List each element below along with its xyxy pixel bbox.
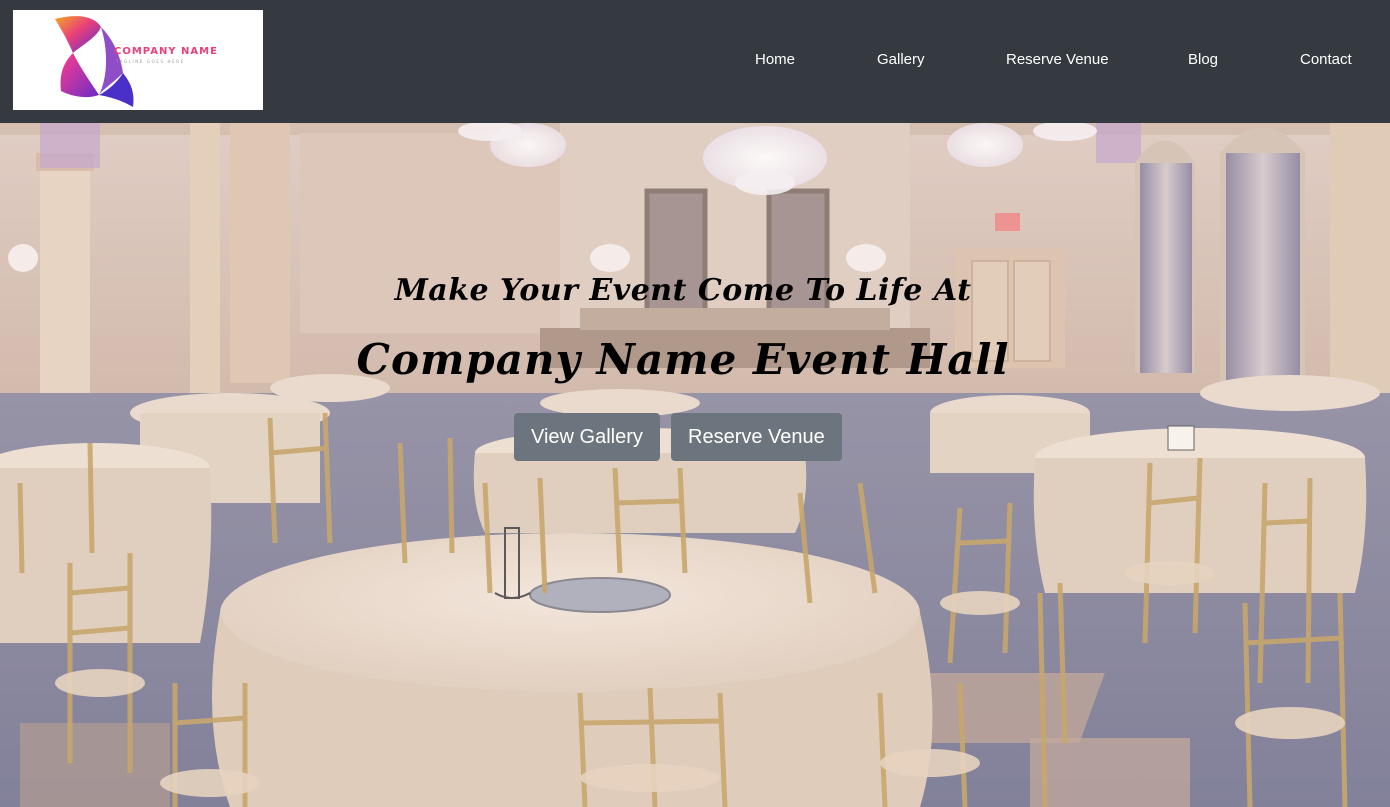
- nav-link-blog[interactable]: Blog: [1188, 51, 1218, 68]
- hero-overlay: [0, 123, 1390, 807]
- hero-title: Company Name Event Hall: [356, 335, 1010, 384]
- nav-link-gallery[interactable]: Gallery: [877, 51, 925, 68]
- nav-link-contact[interactable]: Contact: [1300, 51, 1352, 68]
- hero-section: Make Your Event Come To Life At Company …: [0, 123, 1390, 807]
- logo-tagline: TAGLINE GOES HERE: [116, 59, 185, 64]
- view-gallery-button[interactable]: View Gallery: [514, 413, 660, 461]
- nav-link-reserve-venue[interactable]: Reserve Venue: [1006, 51, 1109, 68]
- top-navbar: COMPANY NAME TAGLINE GOES HERE Home Gall…: [0, 0, 1390, 123]
- nav-link-home[interactable]: Home: [755, 51, 795, 68]
- company-logo[interactable]: COMPANY NAME TAGLINE GOES HERE: [13, 10, 263, 110]
- hero-headline: Make Your Event Come To Life At: [394, 273, 972, 308]
- logo-company-name: COMPANY NAME: [114, 46, 218, 57]
- reserve-venue-button[interactable]: Reserve Venue: [671, 413, 842, 461]
